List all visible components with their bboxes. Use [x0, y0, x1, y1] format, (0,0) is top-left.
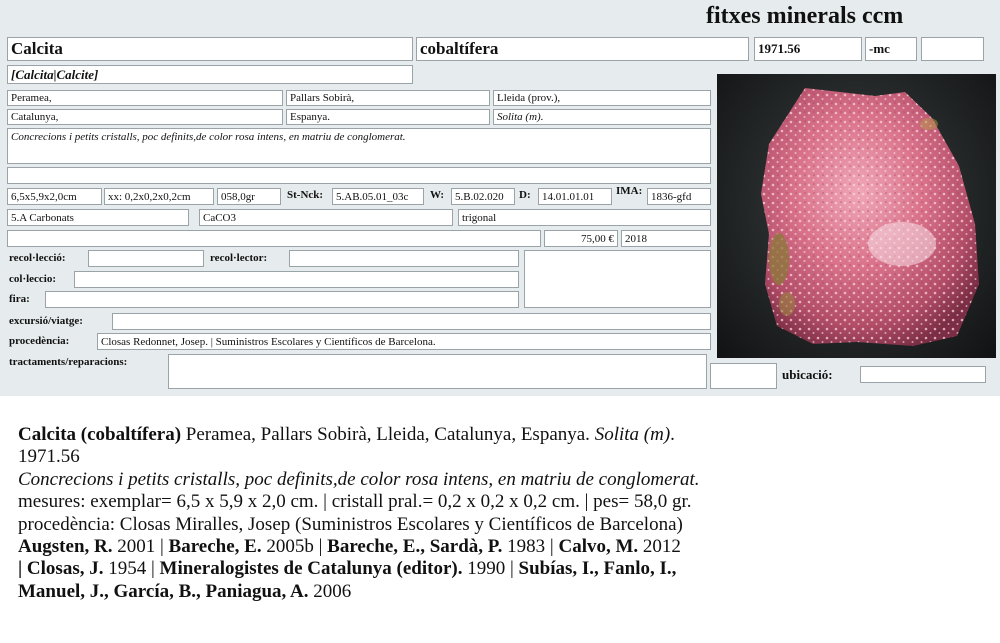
recol-lector-field[interactable]: [289, 250, 519, 267]
summary-provenance: procedència: Closas Miralles, Josep (Sum…: [18, 513, 683, 535]
summary-measures: mesures: exemplar= 6,5 x 5,9 x 2,0 cm. |…: [18, 491, 692, 513]
ref-author: Calvo, M.: [558, 536, 639, 558]
d-field[interactable]: 14.01.01.01: [538, 188, 612, 205]
class-field[interactable]: 5.A Carbonats: [7, 209, 189, 226]
fira-field[interactable]: [45, 291, 519, 308]
excursio-label: excursió/viatge:: [9, 315, 83, 327]
summary-location: Peramea, Pallars Sobirà, Lleida, Catalun…: [181, 424, 595, 445]
ref-year: 2006: [308, 580, 352, 602]
description-extra-field[interactable]: [7, 167, 711, 184]
ubicacio-label: ubicació:: [782, 367, 833, 382]
fira-label: fira:: [9, 293, 30, 305]
mine-field[interactable]: Solita (m).: [493, 109, 711, 125]
notes-field[interactable]: [7, 230, 541, 247]
description-field[interactable]: Concrecions i petits cristalls, poc defi…: [7, 128, 711, 164]
specimen-photo: [717, 74, 996, 358]
ref-year: 2001 |: [112, 536, 169, 558]
stnck-field[interactable]: 5.AB.05.01_03c: [332, 188, 424, 205]
crystal-size-field[interactable]: xx: 0,2x0,2x0,2cm: [104, 188, 214, 205]
ref-year: 2012: [638, 536, 681, 558]
formula-field[interactable]: CaCO3: [199, 209, 453, 226]
procedencia-field[interactable]: Closas Redonnet, Josep. | Suministros Es…: [97, 333, 711, 350]
ref-year: 1990 |: [462, 558, 519, 580]
summary-mine: Solita (m): [594, 424, 671, 445]
card-title: fitxes minerals ccm: [706, 3, 904, 29]
district-field[interactable]: Pallars Sobirà,: [286, 90, 490, 106]
stnck-label: St-Nck:: [287, 189, 324, 201]
ref-author: Augsten, R.: [18, 536, 113, 558]
synonyms-field[interactable]: [Calcita|Calcite]: [7, 65, 413, 84]
ref-year: 2005b |: [261, 536, 328, 558]
extra-field[interactable]: [921, 37, 984, 61]
summary-refs-line-3: Manuel, J., García, B., Paniagua, A. 200…: [18, 581, 986, 603]
side-notes-field[interactable]: [524, 250, 711, 308]
country-field[interactable]: Espanya.: [286, 109, 490, 125]
catalog-number-field[interactable]: 1971.56: [754, 37, 862, 61]
ref-author: Mineralogistes de Catalunya (editor).: [159, 558, 463, 580]
specimen-card: fitxes minerals ccm Calcita cobaltífera …: [0, 0, 1000, 396]
variety-field[interactable]: cobaltífera: [416, 37, 749, 61]
recol-leccio-field[interactable]: [88, 250, 204, 267]
recol-leccio-label: recol·lecció:: [9, 252, 66, 264]
weight-field[interactable]: 058,0gr: [217, 188, 281, 205]
w-field[interactable]: 5.B.02.020: [451, 188, 515, 205]
ref-author: Bareche, E.: [168, 536, 262, 558]
ref-author: Subías, I., Fanlo, I.,: [518, 558, 677, 580]
price-field[interactable]: 75,00 €: [544, 230, 618, 247]
ref-author: Bareche, E., Sardà, P.: [327, 536, 503, 558]
summary-mine-end: .: [670, 424, 675, 445]
year-field[interactable]: 2018: [621, 230, 711, 247]
excursio-field[interactable]: [112, 313, 711, 330]
recol-lector-label: recol·lector:: [210, 252, 268, 264]
specimen-summary: Calcita (cobaltífera) Peramea, Pallars S…: [18, 424, 986, 603]
tractaments-label: tractaments/reparacions:: [9, 356, 128, 368]
crystal-system-field[interactable]: trigonal: [458, 209, 711, 226]
catalog-suffix-field[interactable]: -mc: [865, 37, 917, 61]
ima-label: IMA:: [616, 185, 643, 197]
size-field[interactable]: 6,5x5,9x2,0cm: [7, 188, 102, 205]
summary-refs-line-1: Augsten, R. 2001 | Bareche, E. 2005b | B…: [18, 536, 986, 558]
tractaments-field[interactable]: [168, 354, 707, 389]
mineral-name-field[interactable]: Calcita: [7, 37, 413, 61]
ima-field[interactable]: 1836-gfd: [647, 188, 711, 205]
summary-name: Calcita (cobaltífera): [18, 424, 182, 445]
d-label: D:: [519, 189, 531, 201]
province-field[interactable]: Lleida (prov.),: [493, 90, 711, 106]
summary-description: Concrecions i petits cristalls, poc defi…: [18, 468, 700, 490]
ref-year: 1983 |: [502, 536, 559, 558]
summary-number: 1971.56: [18, 446, 80, 468]
ref-year: 1954 |: [103, 558, 160, 580]
procedencia-label: procedència:: [9, 335, 70, 347]
specimen-image: [761, 88, 979, 346]
col-leccio-field[interactable]: [74, 271, 519, 288]
ref-author: Manuel, J., García, B., Paniagua, A.: [18, 580, 309, 602]
summary-refs-line-2: | Closas, J. 1954 | Mineralogistes de Ca…: [18, 558, 986, 580]
ubicacio-field[interactable]: [860, 366, 986, 383]
locality-field[interactable]: Peramea,: [7, 90, 283, 106]
location-extra-field[interactable]: [710, 363, 777, 389]
ref-author: | Closas, J.: [18, 558, 104, 580]
col-leccio-label: col·leccio:: [9, 273, 57, 285]
summary-line-1: Calcita (cobaltífera) Peramea, Pallars S…: [18, 424, 986, 446]
w-label: W:: [430, 189, 445, 201]
region-field[interactable]: Catalunya,: [7, 109, 283, 125]
